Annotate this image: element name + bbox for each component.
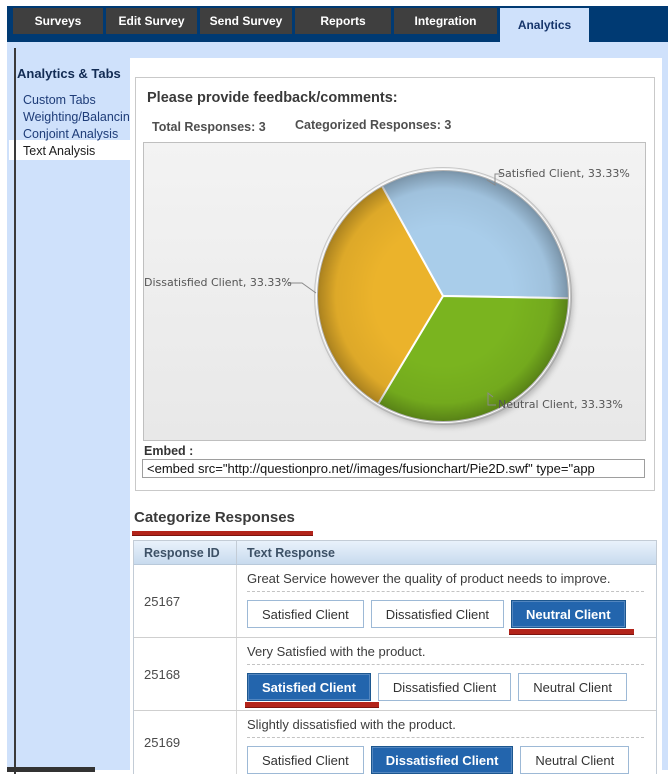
neutral-client-button[interactable]: Neutral Client (518, 673, 628, 701)
column-header-text-response: Text Response (247, 545, 335, 560)
tab-send-survey[interactable]: Send Survey (200, 8, 292, 34)
dissatisfied-client-button[interactable]: Dissatisfied Client (370, 600, 505, 628)
sidebar-item-text-analysis[interactable]: Text Analysis (23, 144, 129, 160)
sidebar-item-conjoint-analysis[interactable]: Conjoint Analysis (23, 127, 129, 143)
tab-edit-survey[interactable]: Edit Survey (106, 8, 197, 34)
screen: Surveys Edit Survey Send Survey Reports … (0, 0, 672, 774)
response-id: 25169 (134, 711, 237, 774)
embed-label: Embed : (144, 444, 194, 458)
response-text-cell: Slightly dissatisfied with the product. … (237, 711, 656, 774)
red-underline-annotation (132, 531, 313, 536)
dashed-divider (247, 664, 644, 665)
pie-chart-area: Satisfied Client, 33.33% Dissatisfied Cl… (143, 142, 646, 441)
pie-label-dissatisfied: Dissatisfied Client, 33.33% (144, 276, 292, 289)
total-responses-label: Total Responses: 3 (152, 120, 266, 134)
embed-code-input[interactable] (142, 459, 645, 478)
app-container: Surveys Edit Survey Send Survey Reports … (7, 6, 668, 774)
column-header-response-id: Response ID (134, 541, 237, 564)
response-text-cell: Very Satisfied with the product. Satisfi… (237, 638, 656, 710)
satisfied-client-button[interactable]: Satisfied Client (245, 673, 379, 708)
category-buttons: Satisfied Client Dissatisfied Client Neu… (247, 746, 644, 774)
tab-integration[interactable]: Integration (394, 8, 497, 34)
response-id: 25167 (134, 565, 237, 637)
screenshot-bottom-border (7, 767, 95, 772)
main-content: Please provide feedback/comments: Total … (130, 58, 662, 774)
table-row: 25169 Slightly dissatisfied with the pro… (134, 711, 656, 774)
table-row: 25167 Great Service however the quality … (134, 565, 656, 638)
sidebar-item-custom-tabs[interactable]: Custom Tabs (23, 93, 129, 109)
sidebar-item-weighting-balancing[interactable]: Weighting/Balancing (23, 110, 137, 126)
neutral-client-button[interactable]: Neutral Client (520, 746, 630, 774)
category-buttons: Satisfied Client Dissatisfied Client Neu… (245, 673, 644, 708)
feedback-panel: Please provide feedback/comments: Total … (135, 77, 655, 491)
dissatisfied-client-button[interactable]: Dissatisfied Client (377, 673, 512, 701)
question-title: Please provide feedback/comments: (147, 90, 398, 106)
dashed-divider (247, 591, 644, 592)
pie-slices (316, 169, 570, 423)
neutral-client-button[interactable]: Neutral Client (509, 600, 634, 635)
response-text: Great Service however the quality of pro… (247, 571, 611, 586)
callout-line-dissatisfied (288, 282, 317, 294)
response-id: 25168 (134, 638, 237, 710)
satisfied-client-button[interactable]: Satisfied Client (247, 746, 364, 774)
table-header-row: Response ID Text Response (134, 541, 656, 565)
dissatisfied-client-button[interactable]: Dissatisfied Client (370, 746, 514, 774)
responses-table: Response ID Text Response 25167 Great Se… (133, 540, 657, 774)
screenshot-left-border (14, 48, 16, 774)
dashed-divider (247, 737, 644, 738)
top-nav-tabs: Surveys Edit Survey Send Survey Reports … (13, 8, 589, 42)
sidebar-heading: Analytics & Tabs (17, 66, 121, 81)
satisfied-client-button[interactable]: Satisfied Client (247, 600, 364, 628)
category-buttons: Satisfied Client Dissatisfied Client Neu… (247, 600, 644, 635)
categorized-responses-label: Categorized Responses: 3 (295, 118, 452, 132)
pie-label-satisfied: Satisfied Client, 33.33% (498, 167, 630, 180)
response-text: Very Satisfied with the product. (247, 644, 426, 659)
response-text: Slightly dissatisfied with the product. (247, 717, 456, 732)
response-text-cell: Great Service however the quality of pro… (237, 565, 656, 637)
tab-reports[interactable]: Reports (295, 8, 391, 34)
table-row: 25168 Very Satisfied with the product. S… (134, 638, 656, 711)
tab-analytics[interactable]: Analytics (500, 8, 589, 42)
pie-label-neutral: Neutral Client, 33.33% (498, 398, 623, 411)
tab-surveys[interactable]: Surveys (13, 8, 103, 34)
categorize-responses-title: Categorize Responses (134, 509, 295, 526)
